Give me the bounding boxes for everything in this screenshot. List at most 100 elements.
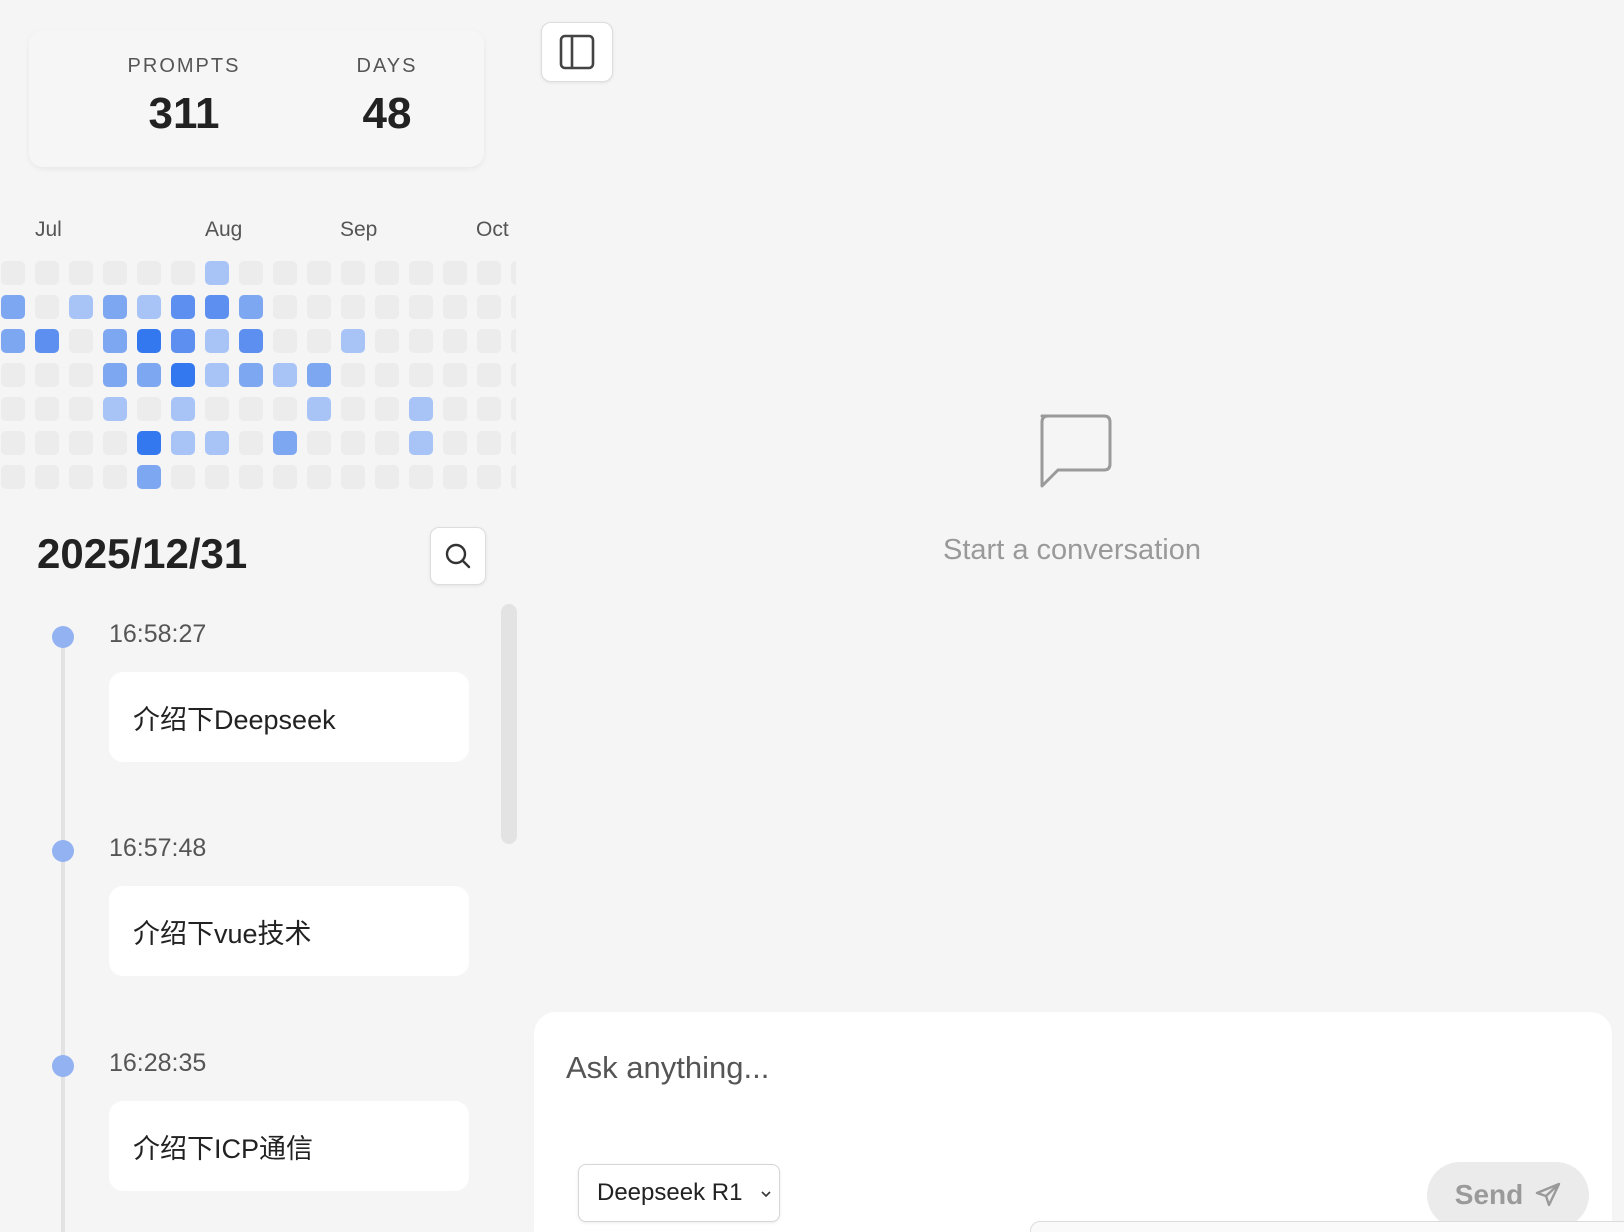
heatmap-cell[interactable] [341,363,365,387]
heatmap-cell[interactable] [171,363,195,387]
heatmap-cell[interactable] [477,465,501,489]
heatmap-cell[interactable] [205,431,229,455]
heatmap-cell[interactable] [341,295,365,319]
heatmap-cell[interactable] [409,295,433,319]
heatmap-cell[interactable] [443,329,467,353]
heatmap-cell[interactable] [205,465,229,489]
history-scrollbar[interactable] [501,604,517,844]
heatmap-cell[interactable] [1,465,25,489]
heatmap-cell[interactable] [511,465,516,489]
heatmap-cell[interactable] [137,465,161,489]
heatmap-cell[interactable] [1,363,25,387]
heatmap-cell[interactable] [1,431,25,455]
heatmap-cell[interactable] [409,465,433,489]
heatmap-cell[interactable] [511,397,516,421]
heatmap-cell[interactable] [205,397,229,421]
heatmap-cell[interactable] [35,363,59,387]
heatmap-cell[interactable] [307,363,331,387]
heatmap-cell[interactable] [69,431,93,455]
heatmap-cell[interactable] [307,295,331,319]
heatmap-cell[interactable] [239,295,263,319]
heatmap-cell[interactable] [171,329,195,353]
heatmap-cell[interactable] [409,431,433,455]
model-select[interactable]: Deepseek R1 [578,1164,780,1222]
heatmap-cell[interactable] [171,397,195,421]
heatmap-cell[interactable] [307,465,331,489]
heatmap-cell[interactable] [137,329,161,353]
heatmap-cell[interactable] [103,363,127,387]
history-prompt-card[interactable]: 介绍下ICP通信 [109,1101,469,1191]
heatmap-cell[interactable] [137,397,161,421]
heatmap-cell[interactable] [511,363,516,387]
heatmap-cell[interactable] [103,295,127,319]
heatmap-cell[interactable] [443,363,467,387]
heatmap-cell[interactable] [1,397,25,421]
heatmap-cell[interactable] [375,363,399,387]
heatmap-cell[interactable] [511,329,516,353]
heatmap-cell[interactable] [205,261,229,285]
heatmap-cell[interactable] [35,431,59,455]
heatmap-cell[interactable] [273,465,297,489]
send-button[interactable]: Send [1427,1162,1589,1228]
heatmap-cell[interactable] [69,465,93,489]
heatmap-cell[interactable] [205,329,229,353]
heatmap-cell[interactable] [477,363,501,387]
heatmap-cell[interactable] [375,329,399,353]
heatmap-cell[interactable] [35,465,59,489]
heatmap-cell[interactable] [443,261,467,285]
heatmap-cell[interactable] [239,431,263,455]
heatmap-cell[interactable] [69,295,93,319]
heatmap-cell[interactable] [375,465,399,489]
heatmap-cell[interactable] [239,261,263,285]
heatmap-cell[interactable] [103,329,127,353]
heatmap-cell[interactable] [1,329,25,353]
heatmap-cell[interactable] [341,431,365,455]
heatmap-cell[interactable] [477,397,501,421]
message-input[interactable] [564,1042,1568,1094]
history-prompt-card[interactable]: 介绍下Deepseek [109,672,469,762]
heatmap-cell[interactable] [273,363,297,387]
heatmap-cell[interactable] [137,261,161,285]
heatmap-cell[interactable] [69,363,93,387]
heatmap-cell[interactable] [273,431,297,455]
history-prompt-card[interactable]: 介绍下vue技术 [109,886,469,976]
heatmap-cell[interactable] [511,295,516,319]
heatmap-cell[interactable] [307,329,331,353]
heatmap-cell[interactable] [409,261,433,285]
heatmap-cell[interactable] [103,431,127,455]
heatmap-cell[interactable] [477,431,501,455]
heatmap-cell[interactable] [273,329,297,353]
heatmap-cell[interactable] [409,363,433,387]
heatmap-cell[interactable] [273,295,297,319]
heatmap-cell[interactable] [341,329,365,353]
heatmap-cell[interactable] [273,397,297,421]
heatmap-cell[interactable] [375,431,399,455]
heatmap-cell[interactable] [205,295,229,319]
heatmap-cell[interactable] [35,261,59,285]
heatmap-cell[interactable] [69,261,93,285]
heatmap-cell[interactable] [1,261,25,285]
search-button[interactable] [430,527,486,585]
heatmap-cell[interactable] [171,295,195,319]
heatmap-cell[interactable] [239,329,263,353]
heatmap-cell[interactable] [239,363,263,387]
heatmap-cell[interactable] [137,431,161,455]
heatmap-cell[interactable] [239,397,263,421]
heatmap-cell[interactable] [69,397,93,421]
sidebar-toggle-button[interactable] [541,22,613,82]
heatmap-cell[interactable] [477,295,501,319]
heatmap-cell[interactable] [341,261,365,285]
heatmap-cell[interactable] [511,431,516,455]
heatmap-cell[interactable] [341,397,365,421]
heatmap-cell[interactable] [103,261,127,285]
heatmap-cell[interactable] [477,261,501,285]
heatmap-cell[interactable] [171,465,195,489]
heatmap-cell[interactable] [443,431,467,455]
heatmap-cell[interactable] [477,329,501,353]
heatmap-cell[interactable] [443,465,467,489]
heatmap-cell[interactable] [375,295,399,319]
heatmap-cell[interactable] [35,329,59,353]
heatmap-cell[interactable] [273,261,297,285]
heatmap-cell[interactable] [409,329,433,353]
heatmap-cell[interactable] [375,397,399,421]
